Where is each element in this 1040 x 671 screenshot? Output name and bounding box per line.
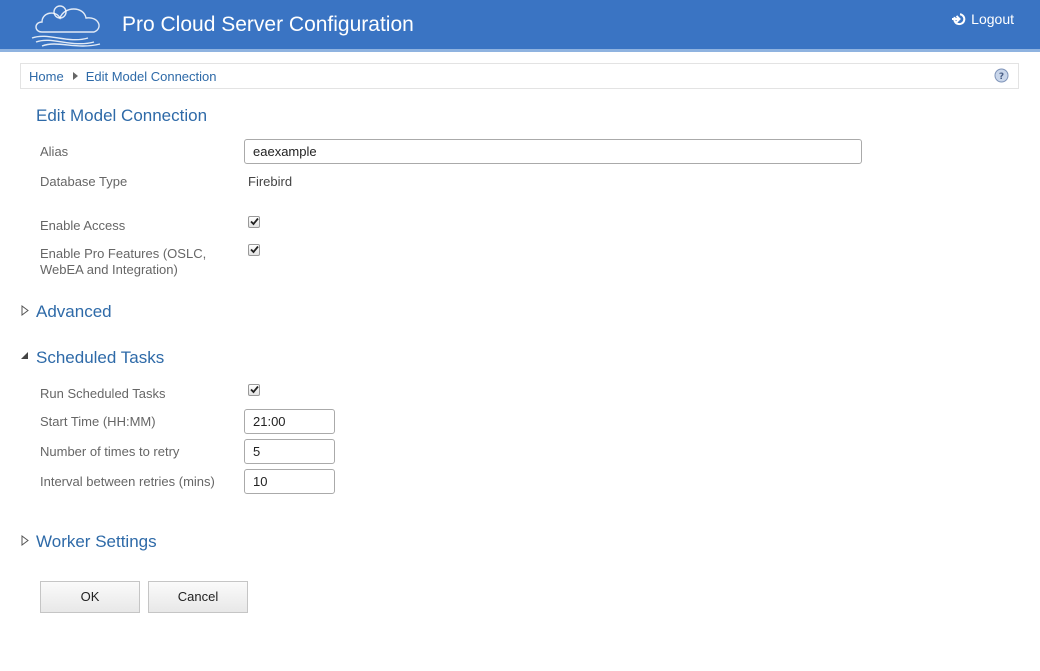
svg-text:?: ? bbox=[999, 72, 1004, 82]
run-scheduled-tasks-label: Run Scheduled Tasks bbox=[40, 386, 166, 401]
run-scheduled-tasks-checkbox[interactable] bbox=[248, 384, 260, 396]
breadcrumb-separator-icon bbox=[72, 72, 78, 80]
checkmark-icon bbox=[250, 385, 259, 394]
expand-worker-settings-icon[interactable] bbox=[21, 535, 29, 546]
retry-count-label: Number of times to retry bbox=[40, 444, 180, 459]
enable-access-label: Enable Access bbox=[40, 218, 126, 233]
collapse-scheduled-tasks-icon[interactable] bbox=[19, 351, 29, 360]
logout-label: Logout bbox=[971, 11, 1014, 27]
database-type-value: Firebird bbox=[248, 174, 293, 189]
pro-features-label: Enable Pro Features (OSLC, WebEA and Int… bbox=[40, 246, 206, 278]
top-header-bar: Pro Cloud Server Configuration Logout bbox=[0, 0, 1040, 52]
alias-label: Alias bbox=[40, 144, 69, 159]
ok-button[interactable]: OK bbox=[40, 581, 140, 613]
breadcrumb: Home Edit Model Connection ? bbox=[20, 63, 1019, 89]
scheduled-tasks-section-header[interactable]: Scheduled Tasks bbox=[36, 348, 164, 368]
breadcrumb-home-link[interactable]: Home bbox=[29, 69, 64, 84]
page-title: Edit Model Connection bbox=[36, 106, 208, 125]
worker-settings-section-header[interactable]: Worker Settings bbox=[36, 532, 157, 552]
database-type-label: Database Type bbox=[40, 174, 128, 189]
advanced-section-header[interactable]: Advanced bbox=[36, 302, 112, 322]
pro-features-checkbox[interactable] bbox=[248, 244, 260, 256]
start-time-label: Start Time (HH:MM) bbox=[40, 414, 156, 429]
logout-button[interactable]: Logout bbox=[951, 11, 1014, 27]
alias-input[interactable] bbox=[244, 139, 862, 164]
logout-icon bbox=[952, 13, 966, 26]
expand-advanced-icon[interactable] bbox=[21, 305, 29, 316]
retry-count-input[interactable] bbox=[244, 439, 335, 464]
pro-features-label-line1: Enable Pro Features (OSLC, bbox=[40, 246, 207, 261]
app-title: Pro Cloud Server Configuration bbox=[122, 13, 414, 36]
cloud-logo-icon bbox=[31, 5, 101, 47]
retry-interval-input[interactable] bbox=[244, 469, 335, 494]
start-time-input[interactable] bbox=[244, 409, 335, 434]
breadcrumb-current[interactable]: Edit Model Connection bbox=[86, 69, 217, 84]
cancel-button[interactable]: Cancel bbox=[148, 581, 248, 613]
retry-interval-label: Interval between retries (mins) bbox=[40, 474, 215, 489]
checkmark-icon bbox=[250, 245, 259, 254]
checkmark-icon bbox=[250, 217, 259, 226]
pro-features-label-line2: WebEA and Integration) bbox=[40, 262, 178, 277]
enable-access-checkbox[interactable] bbox=[248, 216, 260, 228]
help-icon[interactable]: ? bbox=[994, 68, 1009, 83]
